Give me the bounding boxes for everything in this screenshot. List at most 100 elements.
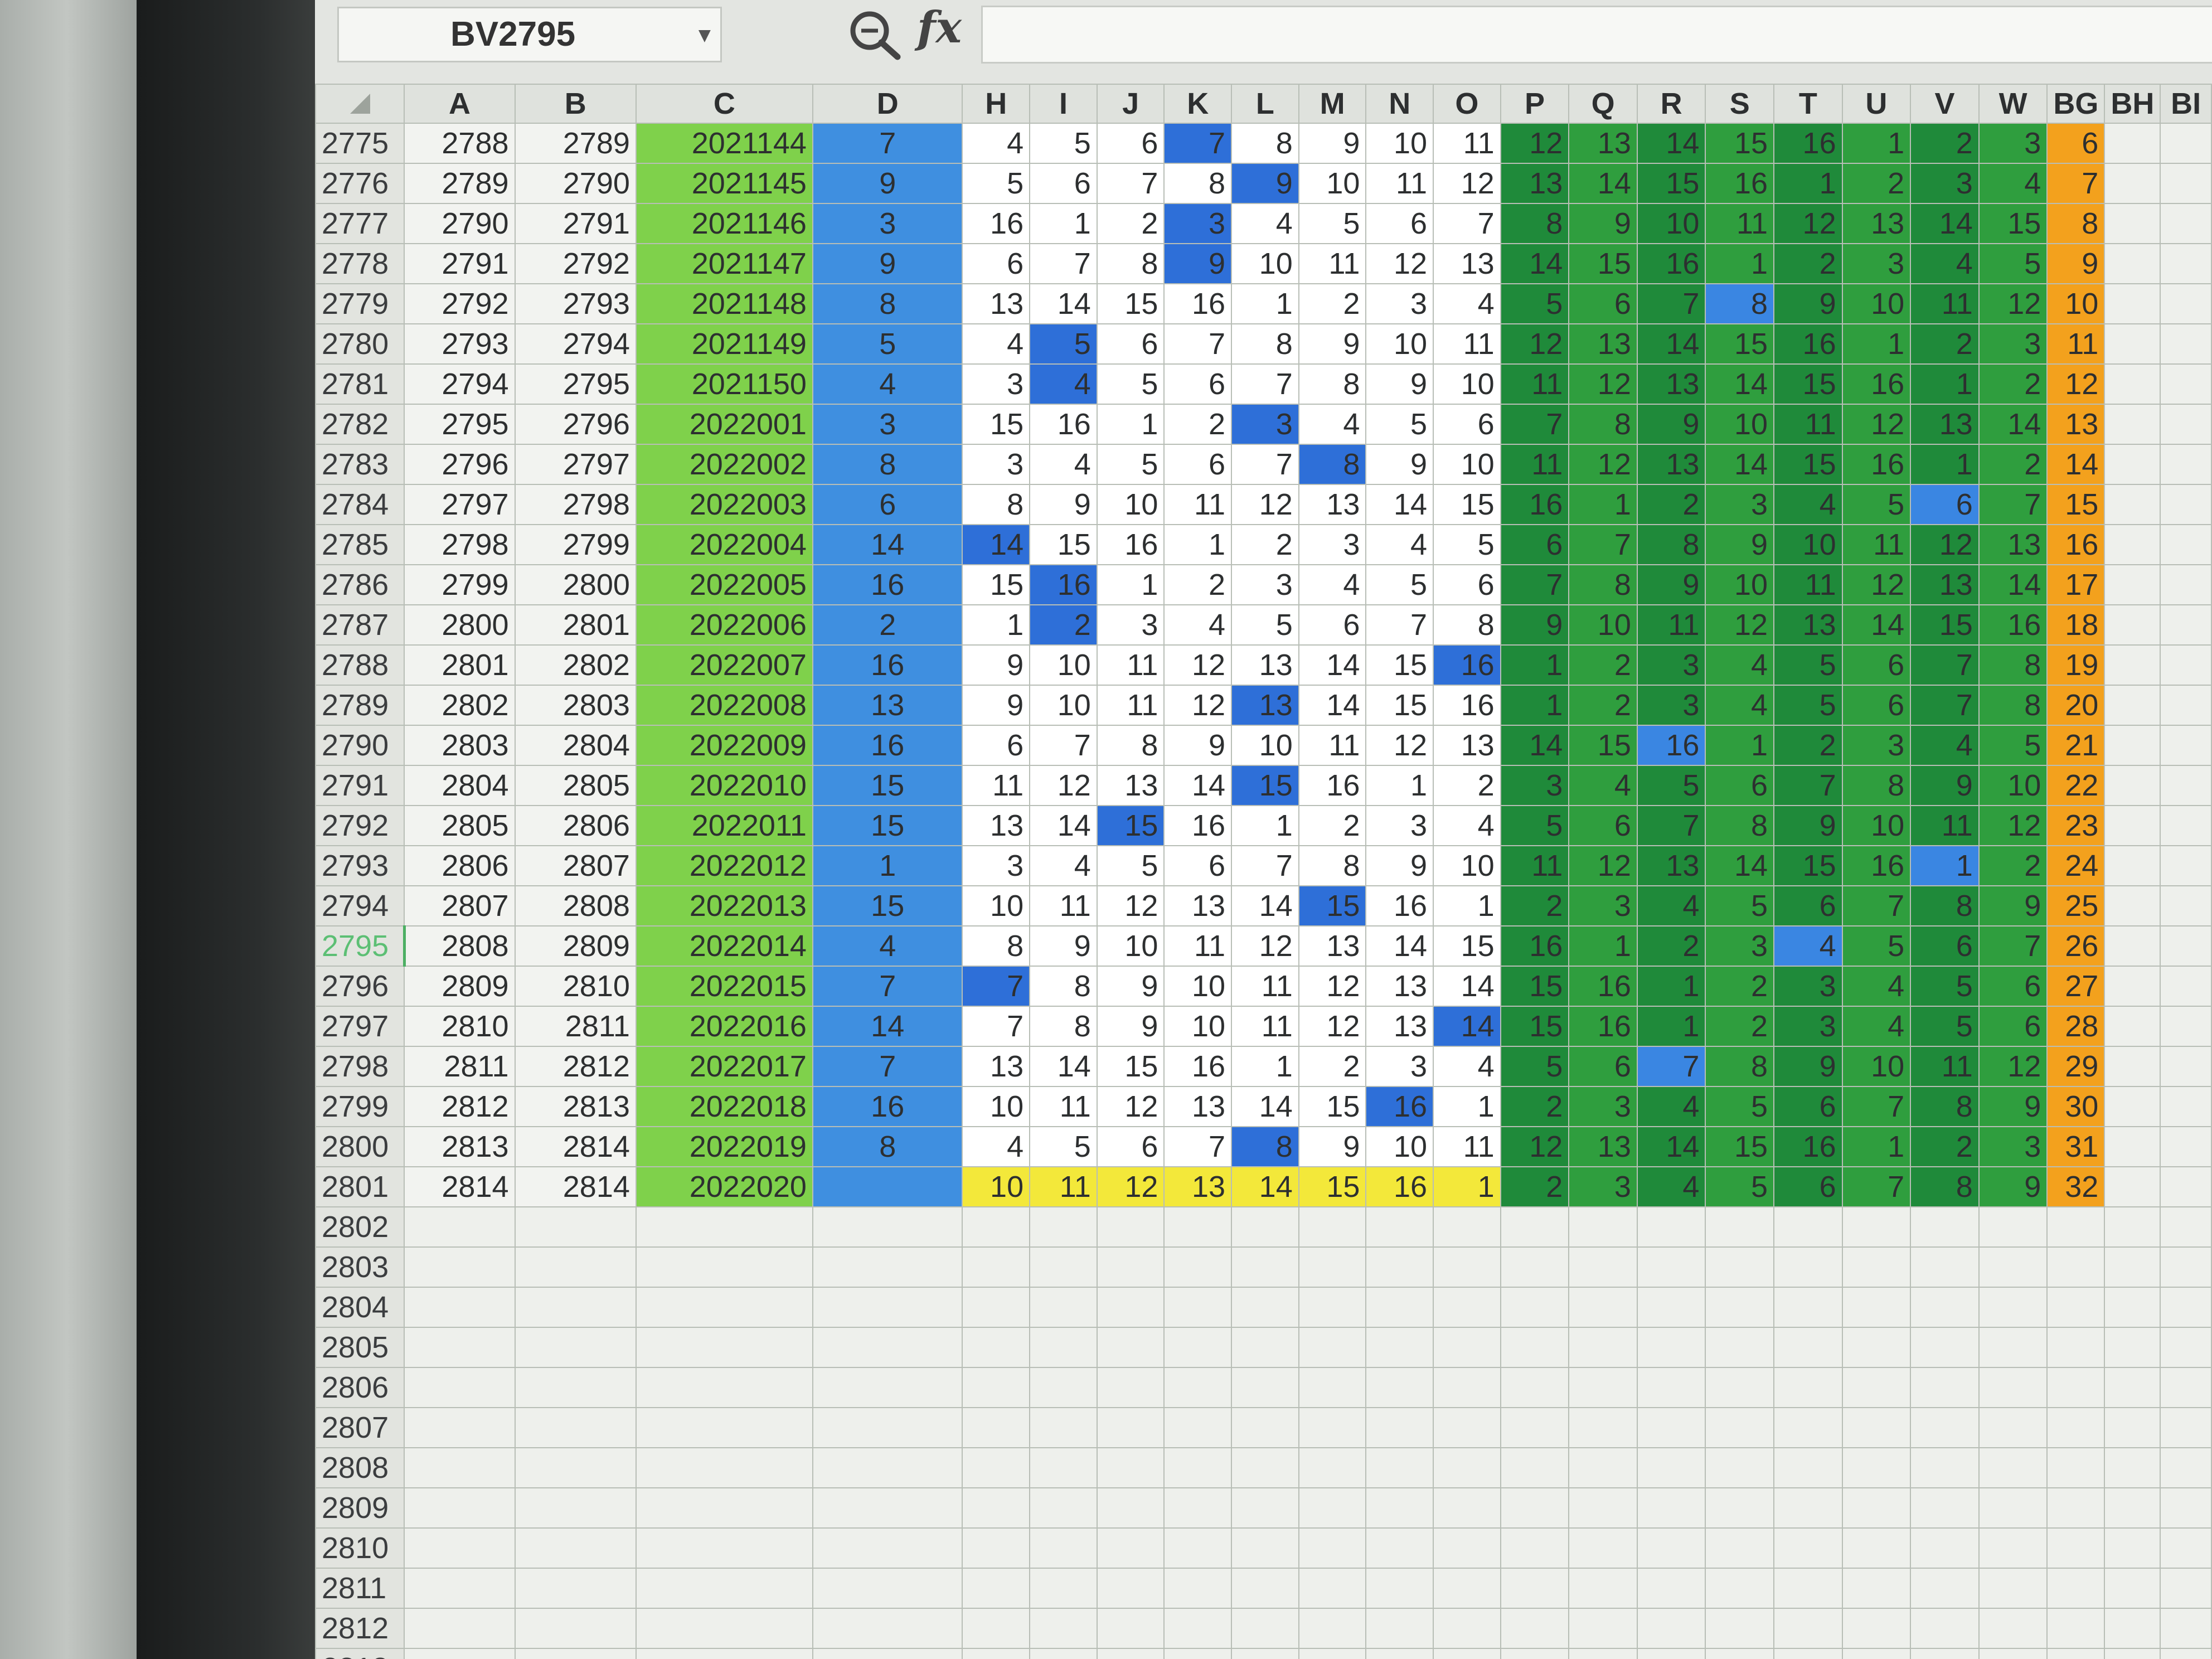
cell[interactable] bbox=[1163, 1407, 1233, 1448]
cell[interactable] bbox=[1978, 1246, 2048, 1288]
cell[interactable] bbox=[2160, 243, 2212, 284]
cell[interactable] bbox=[2104, 925, 2161, 967]
cell[interactable]: 14 bbox=[1705, 444, 1775, 485]
cell[interactable]: 5 bbox=[1365, 564, 1434, 605]
cell[interactable]: 7 bbox=[1500, 564, 1570, 605]
cell[interactable]: 8 bbox=[2046, 203, 2106, 244]
column-header-i[interactable]: I bbox=[1029, 84, 1098, 124]
column-header-w[interactable]: W bbox=[1978, 84, 2048, 124]
cell[interactable]: 3 bbox=[812, 404, 963, 445]
cell[interactable] bbox=[1298, 1327, 1367, 1368]
cell[interactable] bbox=[1433, 1246, 1501, 1288]
cell[interactable]: 10 bbox=[1568, 604, 1638, 646]
cell[interactable]: 3 bbox=[962, 444, 1031, 485]
cell[interactable]: 19 bbox=[2046, 644, 2106, 686]
cell[interactable]: 11 bbox=[1231, 1006, 1299, 1047]
cell[interactable]: 12 bbox=[1568, 845, 1638, 886]
cell[interactable]: 2812 bbox=[404, 1086, 516, 1127]
cell[interactable]: 16 bbox=[1096, 524, 1165, 565]
cell[interactable]: 8 bbox=[1298, 845, 1367, 886]
cell[interactable]: 4 bbox=[1163, 604, 1233, 646]
cell[interactable] bbox=[1910, 1527, 1980, 1569]
cell[interactable]: 13 bbox=[1568, 123, 1638, 164]
cell[interactable] bbox=[1978, 1487, 2048, 1529]
cell[interactable] bbox=[2046, 1246, 2106, 1288]
cell[interactable]: 8 bbox=[1978, 685, 2048, 726]
cell[interactable]: 9 bbox=[1773, 1046, 1843, 1087]
cell[interactable] bbox=[1705, 1648, 1775, 1659]
cell[interactable]: 14 bbox=[1298, 685, 1367, 726]
cell[interactable]: 26 bbox=[2046, 925, 2106, 967]
cell[interactable]: 11 bbox=[1910, 1046, 1980, 1087]
cell[interactable]: 11 bbox=[1096, 644, 1165, 686]
cell[interactable] bbox=[1231, 1407, 1299, 1448]
column-header-l[interactable]: L bbox=[1231, 84, 1299, 124]
cell[interactable]: 11 bbox=[1433, 1126, 1501, 1167]
cell[interactable]: 14 bbox=[1163, 765, 1233, 806]
cell[interactable]: 8 bbox=[1500, 203, 1570, 244]
cell[interactable]: 4 bbox=[1841, 966, 1912, 1007]
row-header[interactable]: 2800 bbox=[315, 1126, 405, 1167]
cell[interactable]: 13 bbox=[1636, 444, 1706, 485]
cell[interactable] bbox=[1365, 1568, 1434, 1609]
cell[interactable]: 16 bbox=[1841, 444, 1912, 485]
cell[interactable] bbox=[1773, 1327, 1843, 1368]
cell[interactable]: 4 bbox=[1978, 163, 2048, 204]
cell[interactable] bbox=[962, 1206, 1031, 1248]
cell[interactable]: 10 bbox=[962, 885, 1031, 926]
cell[interactable]: 10 bbox=[1365, 1126, 1434, 1167]
cell[interactable]: 8 bbox=[1705, 805, 1775, 846]
cell[interactable]: 12 bbox=[1841, 564, 1912, 605]
cell[interactable]: 5 bbox=[1910, 1006, 1980, 1047]
cell[interactable]: 9 bbox=[1163, 243, 1233, 284]
cell[interactable]: 2800 bbox=[514, 564, 637, 605]
cell[interactable] bbox=[1773, 1367, 1843, 1408]
cell[interactable]: 9 bbox=[1365, 363, 1434, 405]
cell[interactable]: 2 bbox=[1568, 644, 1638, 686]
cell[interactable]: 4 bbox=[1773, 484, 1843, 525]
cell[interactable]: 2022012 bbox=[635, 845, 813, 886]
cell[interactable] bbox=[1705, 1206, 1775, 1248]
row-header[interactable]: 2794 bbox=[315, 885, 405, 926]
cell[interactable]: 11 bbox=[1910, 805, 1980, 846]
row-header[interactable]: 2781 bbox=[315, 363, 405, 405]
cell[interactable]: 10 bbox=[1978, 765, 2048, 806]
cell[interactable] bbox=[962, 1568, 1031, 1609]
cell[interactable]: 10 bbox=[1029, 685, 1098, 726]
cell[interactable]: 25 bbox=[2046, 885, 2106, 926]
cell[interactable] bbox=[404, 1527, 516, 1569]
cell[interactable]: 5 bbox=[1096, 845, 1165, 886]
cell[interactable]: 16 bbox=[1841, 363, 1912, 405]
cell[interactable]: 16 bbox=[1433, 644, 1501, 686]
cell[interactable]: 13 bbox=[962, 805, 1031, 846]
cell[interactable] bbox=[812, 1648, 963, 1659]
cell[interactable] bbox=[1773, 1608, 1843, 1649]
cell[interactable] bbox=[1978, 1327, 2048, 1368]
cell[interactable]: 7 bbox=[1231, 845, 1299, 886]
cell[interactable]: 8 bbox=[1568, 564, 1638, 605]
cell[interactable] bbox=[2160, 1608, 2212, 1649]
cell[interactable]: 17 bbox=[2046, 564, 2106, 605]
cell[interactable]: 7 bbox=[1841, 1166, 1912, 1207]
row-header[interactable]: 2791 bbox=[315, 765, 405, 806]
cell[interactable] bbox=[1773, 1447, 1843, 1488]
cell[interactable]: 12 bbox=[1500, 323, 1570, 365]
cell[interactable]: 6 bbox=[1773, 885, 1843, 926]
cell[interactable]: 8 bbox=[1096, 243, 1165, 284]
cell[interactable] bbox=[962, 1447, 1031, 1488]
cell[interactable] bbox=[1910, 1568, 1980, 1609]
cell[interactable] bbox=[1096, 1527, 1165, 1569]
row-header[interactable]: 2809 bbox=[315, 1487, 405, 1529]
select-all-corner[interactable] bbox=[315, 84, 405, 124]
cell[interactable]: 13 bbox=[1231, 685, 1299, 726]
cell[interactable]: 7 bbox=[812, 966, 963, 1007]
cell[interactable] bbox=[2160, 845, 2212, 886]
cell[interactable]: 11 bbox=[1029, 885, 1098, 926]
cell[interactable] bbox=[2104, 1648, 2161, 1659]
cell[interactable]: 6 bbox=[1029, 163, 1098, 204]
cell[interactable]: 14 bbox=[812, 524, 963, 565]
cell[interactable]: 2021145 bbox=[635, 163, 813, 204]
cell[interactable]: 8 bbox=[812, 1126, 963, 1167]
cell[interactable]: 3 bbox=[1500, 765, 1570, 806]
cell[interactable]: 8 bbox=[1568, 404, 1638, 445]
